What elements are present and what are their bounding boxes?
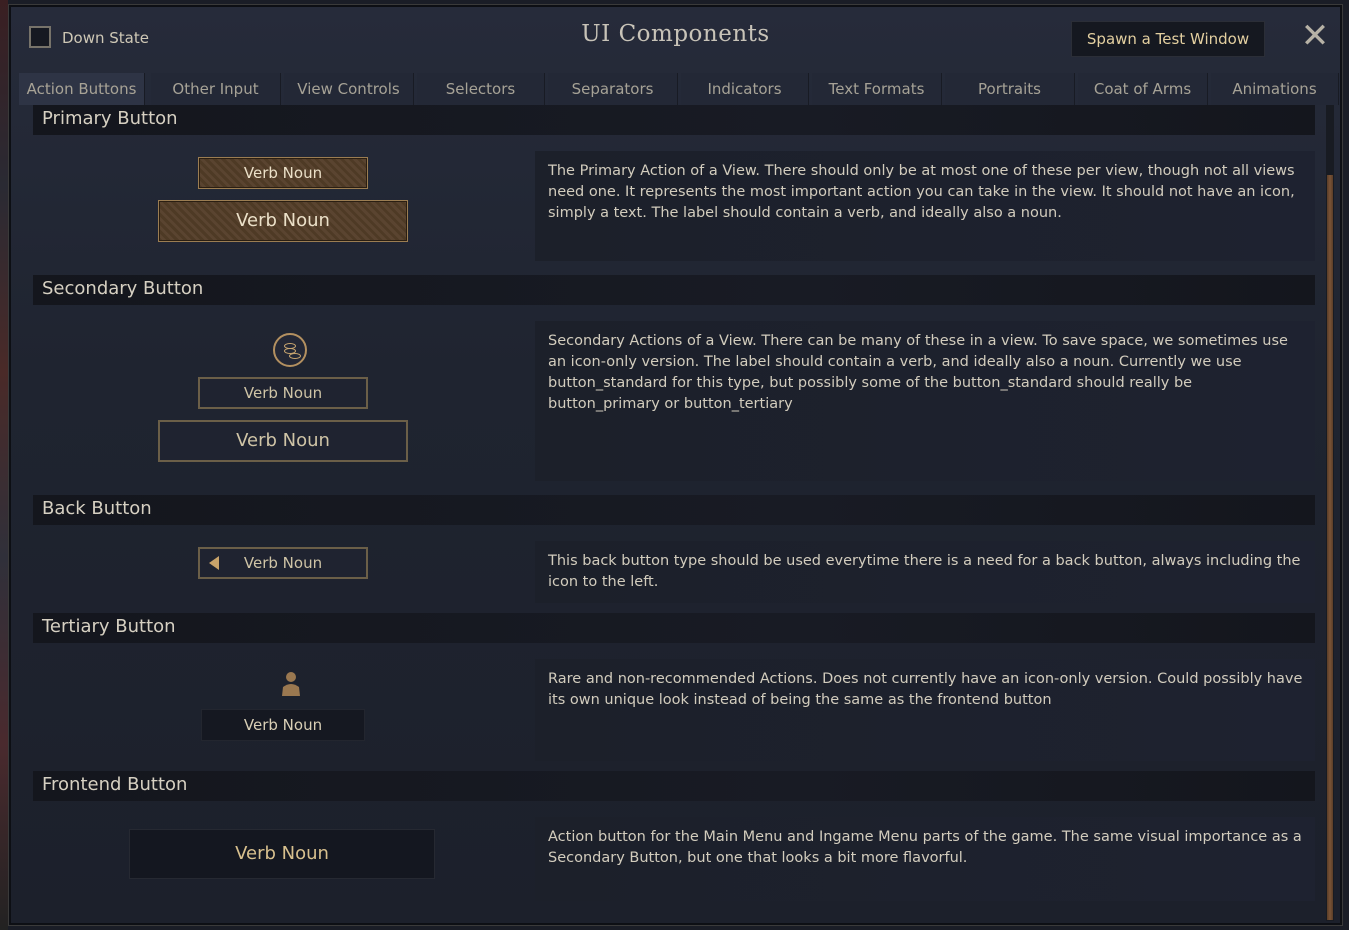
content-area: Primary Button Verb Noun Verb Noun The P…	[29, 105, 1319, 921]
tertiary-button-description: Rare and non-recommended Actions. Does n…	[535, 659, 1315, 761]
close-icon[interactable]: ✕	[1298, 19, 1332, 53]
secondary-button-description: Secondary Actions of a View. There can b…	[535, 321, 1315, 481]
secondary-button-large[interactable]: Verb Noun	[158, 420, 408, 462]
tab-coat-of-arms[interactable]: Coat of Arms	[1078, 73, 1208, 105]
back-button-description: This back button type should be used eve…	[535, 541, 1315, 603]
secondary-button-small[interactable]: Verb Noun	[198, 377, 368, 409]
background-edge	[0, 0, 8, 930]
tab-separators[interactable]: Separators	[548, 73, 678, 105]
back-button[interactable]: Verb Noun	[198, 547, 368, 579]
scrollbar-thumb[interactable]	[1327, 175, 1333, 920]
tab-animations[interactable]: Animations	[1211, 73, 1339, 105]
primary-button-description: The Primary Action of a View. There shou…	[535, 151, 1315, 261]
tertiary-button[interactable]: Verb Noun	[201, 709, 365, 741]
spawn-test-window-button[interactable]: Spawn a Test Window	[1071, 21, 1265, 57]
back-button-heading: Back Button	[33, 495, 1315, 525]
tab-indicators[interactable]: Indicators	[681, 73, 809, 105]
primary-button-small[interactable]: Verb Noun	[198, 157, 368, 189]
back-button-label: Verb Noun	[243, 554, 323, 572]
tab-view-controls[interactable]: View Controls	[284, 73, 414, 105]
back-arrow-icon	[209, 556, 219, 570]
window-header: Down State UI Components Spawn a Test Wi…	[9, 5, 1342, 69]
frontend-button[interactable]: Verb Noun	[129, 829, 435, 879]
secondary-button-heading: Secondary Button	[33, 275, 1315, 305]
tab-text-formats[interactable]: Text Formats	[812, 73, 942, 105]
ui-components-window: Down State UI Components Spawn a Test Wi…	[8, 4, 1343, 926]
frontend-button-heading: Frontend Button	[33, 771, 1315, 801]
tab-other-input[interactable]: Other Input	[151, 73, 281, 105]
tab-selectors[interactable]: Selectors	[417, 73, 545, 105]
tertiary-button-heading: Tertiary Button	[33, 613, 1315, 643]
tab-bar: Action Buttons Other Input View Controls…	[19, 73, 1339, 105]
tab-portraits[interactable]: Portraits	[945, 73, 1075, 105]
tab-action-buttons[interactable]: Action Buttons	[19, 73, 145, 105]
primary-button-large[interactable]: Verb Noun	[158, 200, 408, 242]
scrollbar[interactable]	[1326, 105, 1334, 921]
coins-icon[interactable]	[273, 333, 307, 367]
frontend-button-description: Action button for the Main Menu and Inga…	[535, 817, 1315, 901]
primary-button-heading: Primary Button	[33, 105, 1315, 135]
person-icon[interactable]	[281, 671, 301, 697]
